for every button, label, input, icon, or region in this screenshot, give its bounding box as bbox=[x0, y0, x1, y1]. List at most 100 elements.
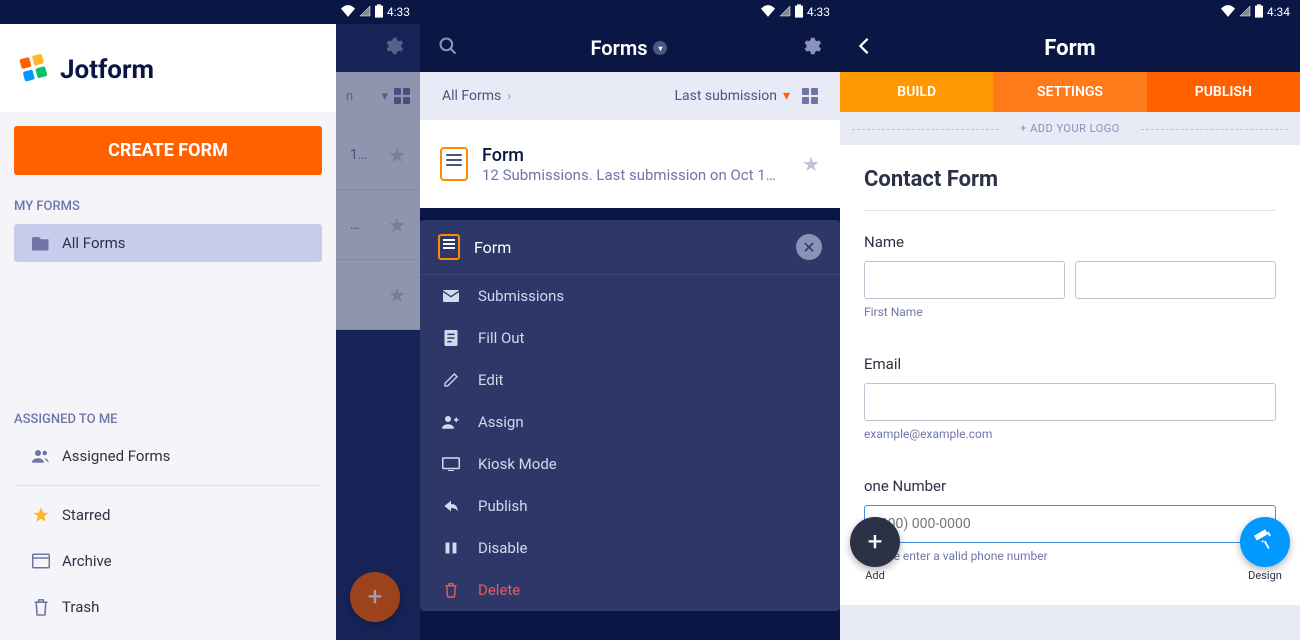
chevron-down-icon: ▾ bbox=[783, 88, 790, 104]
plus-icon: + bbox=[868, 527, 883, 557]
sub-label-first-name: First Name bbox=[864, 305, 1276, 319]
menu-item-publish[interactable]: Publish bbox=[420, 485, 840, 527]
folder-icon bbox=[32, 234, 50, 252]
sidebar-item-label: Trash bbox=[62, 598, 99, 616]
menu-title: Form bbox=[474, 238, 511, 257]
people-icon bbox=[32, 447, 50, 465]
sidebar-item-trash[interactable]: Trash bbox=[14, 588, 322, 626]
form-canvas: Contact Form Name First Name Email examp… bbox=[840, 145, 1300, 605]
header-title[interactable]: Forms ▾ bbox=[591, 36, 668, 60]
status-bar: 4:33 bbox=[420, 0, 840, 24]
gear-icon[interactable] bbox=[382, 35, 404, 61]
archive-icon bbox=[32, 552, 50, 570]
filter-bar: All Forms › Last submission ▾ bbox=[420, 72, 840, 120]
divider bbox=[14, 485, 322, 486]
section-assigned: ASSIGNED TO ME bbox=[0, 402, 336, 433]
status-time: 4:33 bbox=[807, 5, 830, 19]
logo-area: Jotform bbox=[0, 24, 336, 112]
tab-settings[interactable]: SETTINGS bbox=[993, 72, 1146, 112]
menu-item-assign[interactable]: Assign bbox=[420, 401, 840, 443]
sidebar-item-all-forms[interactable]: All Forms bbox=[14, 224, 322, 262]
sub-label-email: example@example.com bbox=[864, 427, 1276, 441]
grid-view-icon[interactable] bbox=[802, 88, 818, 104]
sidebar-item-archive[interactable]: Archive bbox=[14, 542, 322, 580]
menu-item-fill-out[interactable]: Fill Out bbox=[420, 317, 840, 359]
form-title: Form bbox=[482, 145, 788, 166]
header: Form bbox=[840, 24, 1300, 72]
star-outline-icon[interactable]: ★ bbox=[802, 152, 820, 176]
gear-icon[interactable] bbox=[800, 35, 822, 61]
sidebar-item-assigned-forms[interactable]: Assigned Forms bbox=[14, 437, 322, 475]
battery-icon bbox=[795, 4, 803, 21]
context-menu: Form ✕ Submissions Fill Out Edit Assign … bbox=[420, 220, 840, 611]
email-input[interactable] bbox=[864, 383, 1276, 421]
star-outline-icon: ★ bbox=[388, 283, 406, 307]
section-my-forms: MY FORMS bbox=[0, 189, 336, 220]
fab-add-label: Add bbox=[850, 569, 900, 582]
fab-design-label: Design bbox=[1240, 569, 1290, 582]
sidebar-item-label: Starred bbox=[62, 506, 110, 524]
form-subtitle: 12 Submissions. Last submission on Oct 1… bbox=[482, 166, 788, 184]
fab-design-button[interactable] bbox=[1240, 517, 1290, 567]
last-name-input[interactable] bbox=[1075, 261, 1276, 299]
add-logo-button[interactable]: + ADD YOUR LOGO bbox=[840, 112, 1300, 145]
trash-icon bbox=[32, 598, 50, 616]
menu-item-delete[interactable]: Delete bbox=[420, 569, 840, 611]
status-bar: 4:33 bbox=[0, 0, 420, 24]
monitor-icon bbox=[442, 457, 460, 471]
signal-icon bbox=[779, 5, 791, 20]
fab-add-button[interactable]: + bbox=[350, 572, 400, 622]
tab-publish[interactable]: PUBLISH bbox=[1147, 72, 1300, 112]
mail-icon bbox=[442, 290, 460, 302]
peek-filter: n ▾ bbox=[336, 72, 420, 120]
sidebar-item-label: Archive bbox=[62, 552, 112, 570]
header: Forms ▾ bbox=[420, 24, 840, 72]
wifi-icon bbox=[1221, 5, 1235, 20]
menu-item-disable[interactable]: Disable bbox=[420, 527, 840, 569]
chevron-right-icon: › bbox=[507, 89, 511, 103]
fab-add: + Add bbox=[850, 517, 900, 582]
close-icon[interactable]: ✕ bbox=[796, 234, 822, 260]
edit-icon bbox=[442, 372, 460, 388]
menu-item-kiosk[interactable]: Kiosk Mode bbox=[420, 443, 840, 485]
signal-icon bbox=[1239, 5, 1251, 20]
status-time: 4:33 bbox=[387, 5, 410, 19]
star-icon bbox=[32, 506, 50, 524]
sidebar-item-starred[interactable]: Starred bbox=[14, 496, 322, 534]
field-label-email: Email bbox=[864, 355, 1276, 373]
pause-icon bbox=[442, 541, 460, 555]
plus-icon: + bbox=[368, 582, 383, 612]
search-icon[interactable] bbox=[438, 36, 458, 60]
peek-row: … ★ bbox=[336, 190, 420, 260]
menu-item-edit[interactable]: Edit bbox=[420, 359, 840, 401]
battery-icon bbox=[1255, 4, 1263, 21]
fab-add-button[interactable]: + bbox=[850, 517, 900, 567]
chevron-down-icon: ▾ bbox=[381, 89, 388, 104]
create-form-button[interactable]: CREATE FORM bbox=[14, 126, 322, 175]
share-icon bbox=[442, 499, 460, 513]
header-title: Form bbox=[1044, 36, 1095, 61]
field-label-name: Name bbox=[864, 233, 1276, 251]
person-add-icon bbox=[442, 415, 460, 429]
form-title[interactable]: Contact Form bbox=[864, 167, 1276, 211]
field-label-phone: one Number bbox=[864, 477, 1276, 495]
filter-all-forms[interactable]: All Forms › bbox=[442, 88, 511, 104]
sidebar: Jotform CREATE FORM MY FORMS All Forms A… bbox=[0, 24, 336, 640]
menu-header: Form ✕ bbox=[420, 220, 840, 275]
status-bar: 4:34 bbox=[840, 0, 1300, 24]
form-icon bbox=[438, 234, 460, 260]
tab-build[interactable]: BUILD bbox=[840, 72, 993, 112]
form-list-item[interactable]: Form 12 Submissions. Last submission on … bbox=[420, 120, 840, 208]
chevron-down-icon: ▾ bbox=[653, 41, 667, 55]
wifi-icon bbox=[761, 5, 775, 20]
star-outline-icon: ★ bbox=[388, 143, 406, 167]
tabs: BUILD SETTINGS PUBLISH bbox=[840, 72, 1300, 112]
screen-form-menu: 4:33 Forms ▾ All Forms › Last submission… bbox=[420, 0, 840, 640]
first-name-input[interactable] bbox=[864, 261, 1065, 299]
sidebar-item-label: Assigned Forms bbox=[62, 447, 170, 465]
back-icon[interactable] bbox=[858, 37, 870, 60]
peek-row: ★ bbox=[336, 260, 420, 330]
phone-input[interactable] bbox=[864, 505, 1276, 543]
menu-item-submissions[interactable]: Submissions bbox=[420, 275, 840, 317]
sort-last-submission[interactable]: Last submission ▾ bbox=[674, 88, 790, 104]
